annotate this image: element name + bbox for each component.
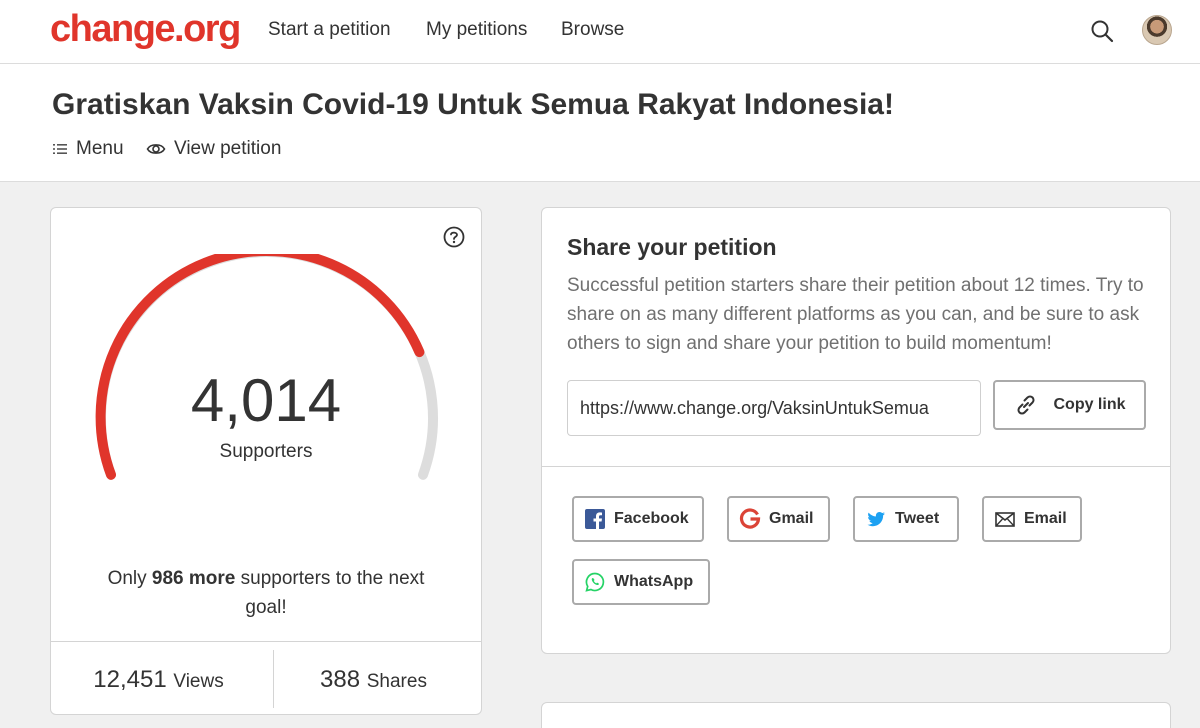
copy-link-button[interactable]: Copy link [993,380,1146,430]
goal-remaining: 986 more [151,568,236,589]
facebook-icon [584,508,606,530]
goal-message: Only 986 more supporters to the next goa… [107,568,425,618]
whatsapp-icon [584,571,606,593]
view-petition-link[interactable]: View petition [146,138,281,160]
tweet-share-button[interactable]: Tweet [853,496,959,542]
facebook-share-button[interactable]: Facebook [572,496,704,542]
link-icon [1013,392,1039,418]
menu-label: Menu [76,138,124,159]
share-divider [542,466,1170,467]
change-org-logo[interactable]: change.org [50,8,241,51]
twitter-icon [865,508,887,530]
gmail-share-button[interactable]: Gmail [727,496,830,542]
supporters-card: 4,014 Supporters Only 986 more supporter… [50,207,482,715]
petition-header: Gratiskan Vaksin Covid-19 Untuk Semua Ra… [0,64,1200,182]
copy-link-label: Copy link [1053,396,1126,413]
envelope-icon [994,508,1016,530]
email-share-button[interactable]: Email [982,496,1082,542]
user-avatar[interactable] [1142,15,1172,45]
gmail-label: Gmail [769,510,814,527]
petition-title: Gratiskan Vaksin Covid-19 Untuk Semua Ra… [52,88,894,121]
google-icon [739,508,761,530]
petition-url-field[interactable] [567,380,981,436]
supporter-count: 4,014 [190,367,342,434]
share-card: Share your petition Successful petition … [541,207,1171,654]
email-label: Email [1024,510,1067,527]
search-icon[interactable] [1089,18,1115,44]
share-description: Successful petition starters share their… [567,275,1144,354]
facebook-label: Facebook [614,510,689,527]
whatsapp-share-button[interactable]: WhatsApp [572,559,710,605]
supporters-label: Supporters [219,441,313,462]
nav-browse[interactable]: Browse [561,19,624,41]
nav-my-petitions[interactable]: My petitions [426,19,527,41]
view-petition-label: View petition [174,138,282,159]
tweet-label: Tweet [895,510,940,527]
eye-icon [146,139,166,159]
help-icon[interactable] [443,226,465,248]
share-title: Share your petition [567,234,777,260]
views-stat: 12,451 Views [93,666,224,693]
top-nav: change.org Start a petition My petitions… [0,0,1200,64]
shares-stat: 388 Shares [320,666,427,693]
stats-row: 12,451 Views 388 Shares [51,641,481,714]
list-icon [52,141,68,157]
next-card [541,702,1171,728]
menu-button[interactable]: Menu [52,138,124,160]
whatsapp-label: WhatsApp [614,573,694,590]
nav-start-petition[interactable]: Start a petition [268,19,391,41]
